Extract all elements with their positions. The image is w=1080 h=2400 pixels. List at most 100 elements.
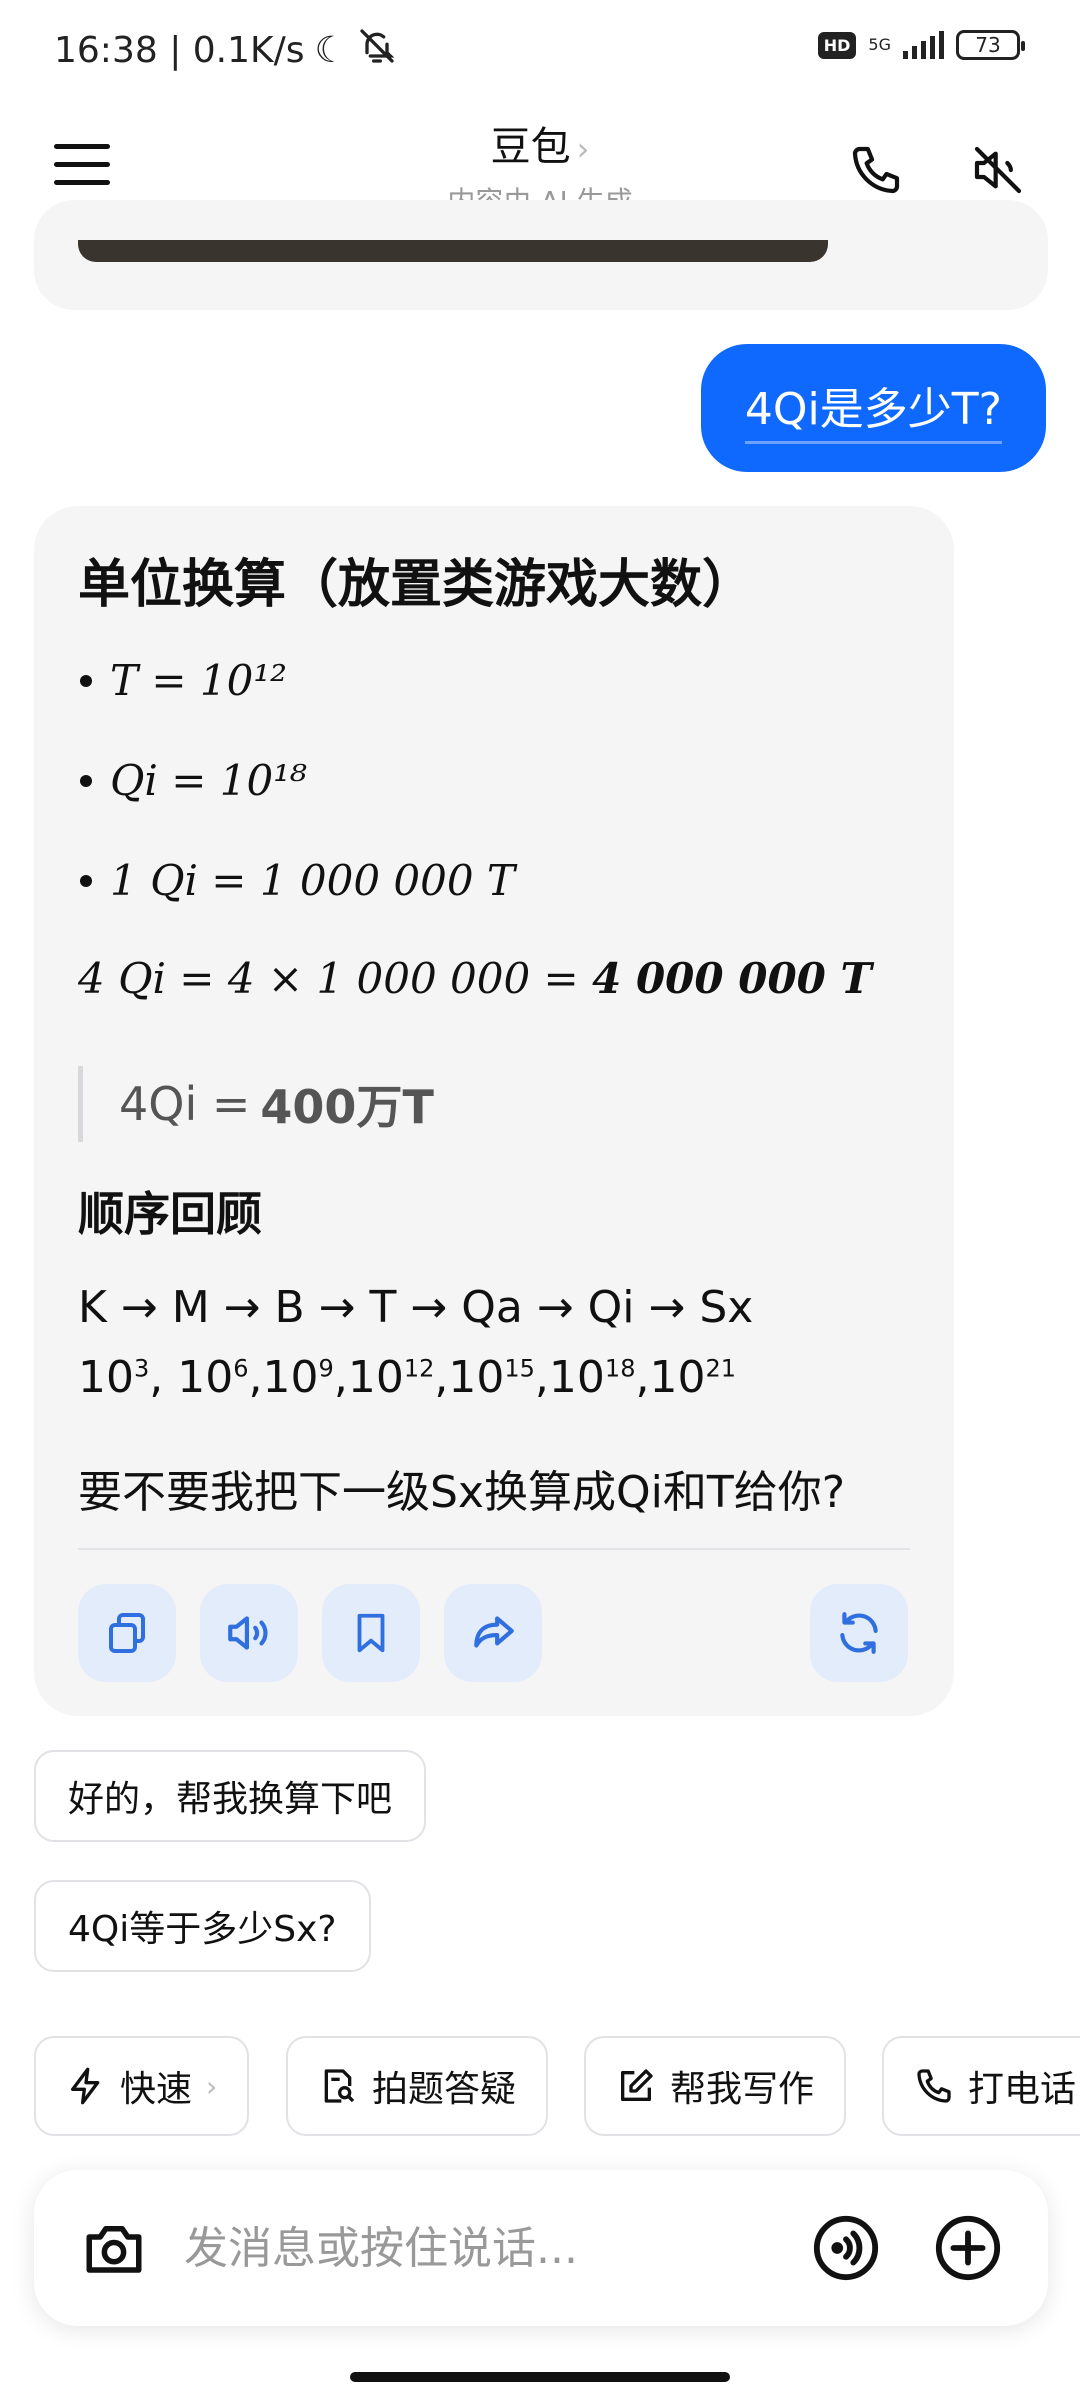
power-base: 10 [78,1352,134,1403]
lightning-icon [71,2067,100,2105]
bookmark-button[interactable] [322,1584,420,1682]
tool-label: 打电话 [968,2069,1077,2110]
unit-sequence: K → M → B → T → Qa → Qi → Sx [78,1282,754,1333]
power-exponent: 21 [705,1354,737,1383]
list-item: 1 Qi = 1 000 000 T [80,856,515,905]
power-separator: , [434,1352,449,1403]
equation-line: 4 Qi = 4 × 1 000 000 = 4 000 000 T [78,954,872,1003]
plus-icon [935,2215,1001,2281]
power-separator: , [333,1352,348,1403]
message-input-bar [34,2170,1048,2326]
list-item: Qi = 10¹⁸ [80,756,307,805]
power-separator: , [534,1352,549,1403]
voice-wave-icon [813,2215,879,2281]
power-separator: , [635,1352,650,1403]
menu-icon[interactable] [54,144,110,185]
home-indicator[interactable] [350,2372,730,2382]
power-base: 10 [448,1352,505,1403]
power-separator: , [149,1352,178,1403]
share-arrow-icon [474,1616,514,1648]
doc-search-icon [324,2069,355,2103]
status-left: 16:38 | 0.1K/s ☾ [54,26,397,75]
speaker-muted-icon [974,146,1022,194]
power-base: 10 [347,1352,404,1403]
power-exponent: 12 [403,1354,435,1383]
power-base: 10 [548,1352,605,1403]
camera-button[interactable] [74,2208,154,2288]
chevron-right-icon: › [576,130,590,168]
power-base: 10 [649,1352,706,1403]
power-exponent: 3 [134,1354,150,1383]
moon-icon: ☾ [314,30,347,71]
bullet-dot [80,874,92,887]
divider [78,1548,910,1550]
tool-label: 快速 [120,2069,193,2110]
refresh-icon [840,1612,878,1654]
signal-icon [903,31,944,59]
suggestion-chip[interactable]: 4Qi等于多少Sx? [34,1880,371,1972]
previous-message-image[interactable] [78,240,828,262]
regenerate-button[interactable] [810,1584,908,1682]
power-separator: , [248,1352,263,1403]
message-input[interactable] [184,2210,774,2286]
phone-call-button[interactable] [836,130,916,210]
edit-icon [621,2069,653,2101]
speaker-icon [228,1616,268,1650]
phone-icon [917,2069,951,2103]
tool-phone-call[interactable]: 打电话 [882,2036,1080,2136]
equation-result: 4 000 000 T [592,954,872,1003]
phone-icon [852,146,900,194]
add-button[interactable] [928,2208,1008,2288]
status-time-speed: 16:38 | 0.1K/s [54,30,305,71]
status-bar: 16:38 | 0.1K/s ☾ HD 5G 73 [0,0,1080,100]
bell-off-icon [357,26,397,75]
tool-chip-row[interactable]: 快速 › 拍题答疑 帮我写作 打电话 [34,2036,1080,2136]
equation-prefix: 4 Qi = 4 × 1 000 000 = [78,954,593,1003]
tool-label: 帮我写作 [670,2069,815,2110]
followup-question: 要不要我把下一级Sx换算成Qi和T给你? [78,1467,846,1518]
bullet-text: T = 10¹² [110,656,288,705]
copy-icon [109,1613,145,1653]
bullet-text: Qi = 10¹⁸ [110,756,307,805]
voice-call-button[interactable] [806,2208,886,2288]
quote-prefix: 4Qi = [119,1077,251,1131]
tool-photo-question[interactable]: 拍题答疑 [286,2036,549,2136]
suggestion-text: 好的，帮我换算下吧 [68,1779,393,1820]
power-exponent: 9 [318,1354,334,1383]
bullet-dot [80,774,92,787]
suggestion-chip[interactable]: 好的，帮我换算下吧 [34,1750,427,1842]
battery-indicator: 73 [956,30,1025,60]
share-button[interactable] [444,1584,542,1682]
power-sequence: 103, 106,109,1012,1015,1018,1021 [78,1352,736,1403]
response-heading: 单位换算（放置类游戏大数） [78,555,755,615]
status-right: HD 5G 73 [817,30,1025,60]
bullet-dot [80,674,92,687]
tool-label: 拍题答疑 [372,2069,517,2110]
copy-button[interactable] [78,1584,176,1682]
power-base: 10 [177,1352,234,1403]
read-aloud-button[interactable] [200,1584,298,1682]
bookmark-icon [357,1613,385,1653]
suggestion-text: 4Qi等于多少Sx? [68,1909,337,1950]
power-exponent: 6 [233,1354,249,1383]
tool-writing[interactable]: 帮我写作 [584,2036,847,2136]
app-screen: 16:38 | 0.1K/s ☾ HD 5G 73 豆包› 内容由 AI 生成 [0,0,1080,2400]
list-item: T = 10¹² [80,656,287,705]
network-type: 5G [868,35,891,54]
ai-response-card: 单位换算（放置类游戏大数） T = 10¹² Qi = 10¹⁸ 1 Qi = … [34,506,954,1716]
chevron-right-icon: › [206,2069,218,2103]
camera-icon [86,2226,142,2273]
mute-toggle-button[interactable] [958,130,1038,210]
power-exponent: 18 [604,1354,636,1383]
user-message-text: 4Qi是多少T? [744,373,1002,444]
answer-quote: 4Qi = 400万T [78,1066,434,1142]
user-message-bubble[interactable]: 4Qi是多少T? [700,344,1046,472]
hd-badge: HD [817,31,857,59]
power-base: 10 [262,1352,319,1403]
quote-bold: 400万T [260,1080,434,1134]
tool-fast-mode[interactable]: 快速 › [34,2036,250,2136]
chat-title: 豆包 [490,124,571,170]
section-heading: 顺序回顾 [78,1187,262,1241]
bullet-text: 1 Qi = 1 000 000 T [110,856,515,905]
power-exponent: 15 [504,1354,535,1383]
